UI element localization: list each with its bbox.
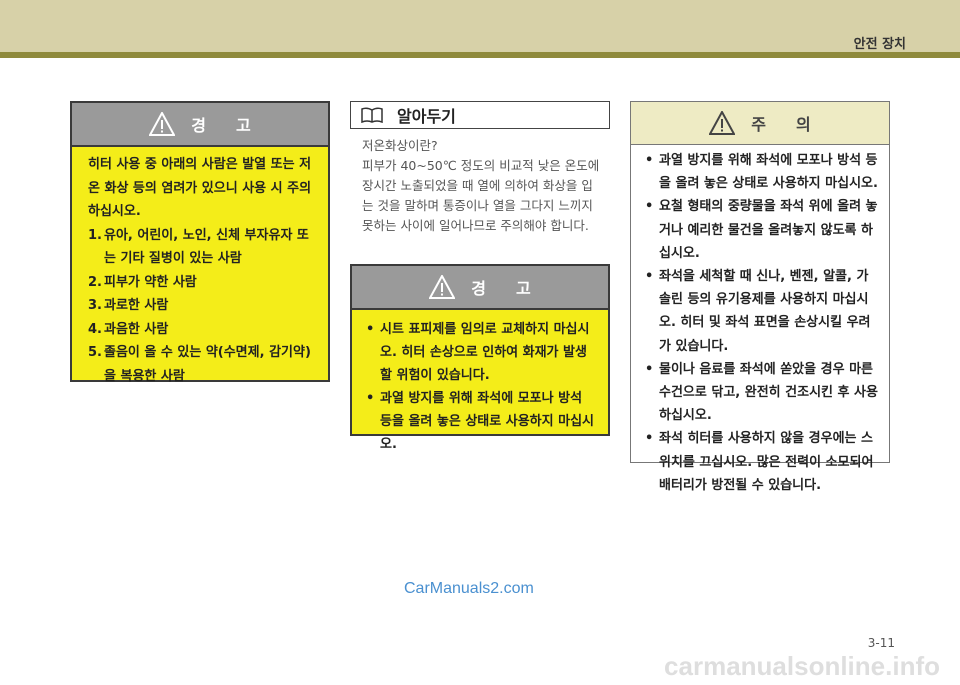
list-item: • 좌석을 세척할 때 신나, 벤젠, 알콜, 가솔린 등의 유기용제를 사용하지…	[645, 265, 879, 358]
footer-watermark: carmanualsonline.info	[664, 651, 940, 681]
warning-box-center: 경 고 • 시트 표피제를 임의로 교체하지 마십시오. 히터 손상으로 인하여 …	[350, 264, 610, 452]
item-text: 유아, 어린이, 노인, 신체 부자유자 또는 기타 질병이 있는 사람	[104, 227, 309, 267]
info-text: 피부가 40~50℃ 정도의 비교적 낮은 온도에 장시간 노출되었을 때 열에…	[362, 158, 600, 233]
list-item: 2. 피부가 약한 사람	[88, 271, 314, 295]
list-item: • 물이나 음료를 좌석에 쏟았을 경우 마른 수건으로 닦고, 완전히 건조시킨…	[645, 358, 879, 428]
warning-title-a: 경	[191, 116, 206, 135]
item-text: 시트 표피제를 임의로 교체하지 마십시오. 히터 손상으로 인하여 화재가 발…	[380, 322, 590, 383]
item-text: 과로한 사람	[104, 298, 169, 313]
caution-header: 주 의	[631, 102, 889, 145]
section-title: 안전 장치	[853, 37, 906, 52]
item-text: 과열 방지를 위해 좌석에 모포나 방석 등을 올려 놓은 상태로 사용하지 마…	[380, 391, 594, 452]
list-item: • 과열 방지를 위해 좌석에 모포나 방석 등을 올려 놓은 상태로 사용하지 …	[366, 387, 596, 456]
bullet-dot: •	[645, 431, 654, 447]
list-item: 4. 과음한 사람	[88, 318, 314, 342]
item-text: 과열 방지를 위해 좌석에 모포나 방석 등을 올려 놓은 상태로 사용하지 마…	[659, 153, 878, 192]
caution-box: 주 의 • 과열 방지를 위해 좌석에 모포나 방석 등을 올려 놓은 상태로 사…	[630, 101, 890, 493]
bullet-dot: •	[366, 391, 375, 406]
bullet-dot: •	[645, 153, 654, 168]
warning-title-b: 고	[236, 116, 251, 135]
warning-title-a: 경	[471, 279, 486, 298]
caution-title-b: 의	[796, 115, 811, 134]
item-text: 졸음이 올 수 있는 약(수면제, 감기약)을 복용한 사람	[104, 345, 311, 384]
item-number: 3.	[88, 298, 102, 313]
bullet-dot: •	[645, 361, 654, 377]
list-item: • 과열 방지를 위해 좌석에 모포나 방석 등을 올려 놓은 상태로 사용하지 …	[645, 149, 879, 195]
item-text: 좌석을 세척할 때 신나, 벤젠, 알콜, 가솔린 등의 유기용제를 사용하지 …	[659, 269, 871, 354]
warning-box-left: 경 고 히터 사용 중 아래의 사람은 발열 또는 저온 화상 등의 염려가 있…	[70, 101, 330, 384]
item-number: 1.	[88, 227, 102, 243]
list-item: • 시트 표피제를 임의로 교체하지 마십시오. 히터 손상으로 인하여 화재가 …	[366, 318, 596, 387]
warning-triangle-icon	[429, 275, 456, 299]
list-item: 5. 졸음이 올 수 있는 약(수면제, 감기약)을 복용한 사람	[88, 341, 314, 388]
bullet-dot: •	[645, 199, 654, 215]
info-header: 알아두기	[350, 101, 610, 129]
warning-header: 경 고	[352, 266, 608, 310]
item-number: 2.	[88, 274, 102, 290]
page-number: 3-11	[867, 636, 895, 650]
warning-title-b: 고	[516, 279, 531, 298]
bullet-dot: •	[645, 269, 654, 285]
warning-intro: 히터 사용 중 아래의 사람은 발열 또는 저온 화상 등의 염려가 있으니 사…	[88, 157, 312, 219]
warning-triangle-icon	[149, 112, 176, 136]
item-number: 4.	[88, 321, 102, 337]
info-body: 저온화상이란? 피부가 40~50℃ 정도의 비교적 낮은 온도에 장시간 노출…	[362, 136, 602, 236]
caution-triangle-icon	[709, 111, 736, 135]
list-item: 3. 과로한 사람	[88, 294, 314, 318]
list-item: 1. 유아, 어린이, 노인, 신체 부자유자 또는 기타 질병이 있는 사람	[88, 224, 314, 271]
caution-title-a: 주	[751, 115, 766, 134]
book-icon	[361, 107, 383, 123]
warning-body: 히터 사용 중 아래의 사람은 발열 또는 저온 화상 등의 염려가 있으니 사…	[72, 147, 328, 388]
watermark-link[interactable]: CarManuals2.com	[404, 580, 534, 598]
item-text: 피부가 약한 사람	[104, 274, 197, 290]
list-item: • 좌석 히터를 사용하지 않을 경우에는 스위치를 끄십시오. 많은 전력이 소…	[645, 427, 879, 497]
item-text: 좌석 히터를 사용하지 않을 경우에는 스위치를 끄십시오. 많은 전력이 소모…	[659, 431, 874, 493]
item-text: 과음한 사람	[104, 321, 169, 337]
info-question: 저온화상이란?	[362, 138, 438, 153]
header-band	[0, 0, 960, 52]
warning-header: 경 고	[72, 103, 328, 147]
header-rule	[0, 52, 960, 58]
item-text: 요철 형태의 중량물을 좌석 위에 올려 놓거나 예리한 물건을 올려놓지 않도…	[659, 199, 878, 261]
warning-body: • 시트 표피제를 임의로 교체하지 마십시오. 히터 손상으로 인하여 화재가 …	[352, 310, 608, 456]
bullet-dot: •	[366, 322, 375, 337]
info-title: 알아두기	[397, 107, 456, 126]
item-text: 물이나 음료를 좌석에 쏟았을 경우 마른 수건으로 닦고, 완전히 건조시킨 …	[659, 361, 878, 424]
caution-body: • 과열 방지를 위해 좌석에 모포나 방석 등을 올려 놓은 상태로 사용하지 …	[631, 145, 889, 497]
list-item: • 요철 형태의 중량물을 좌석 위에 올려 놓거나 예리한 물건을 올려놓지 않…	[645, 195, 879, 265]
item-number: 5.	[88, 345, 102, 360]
